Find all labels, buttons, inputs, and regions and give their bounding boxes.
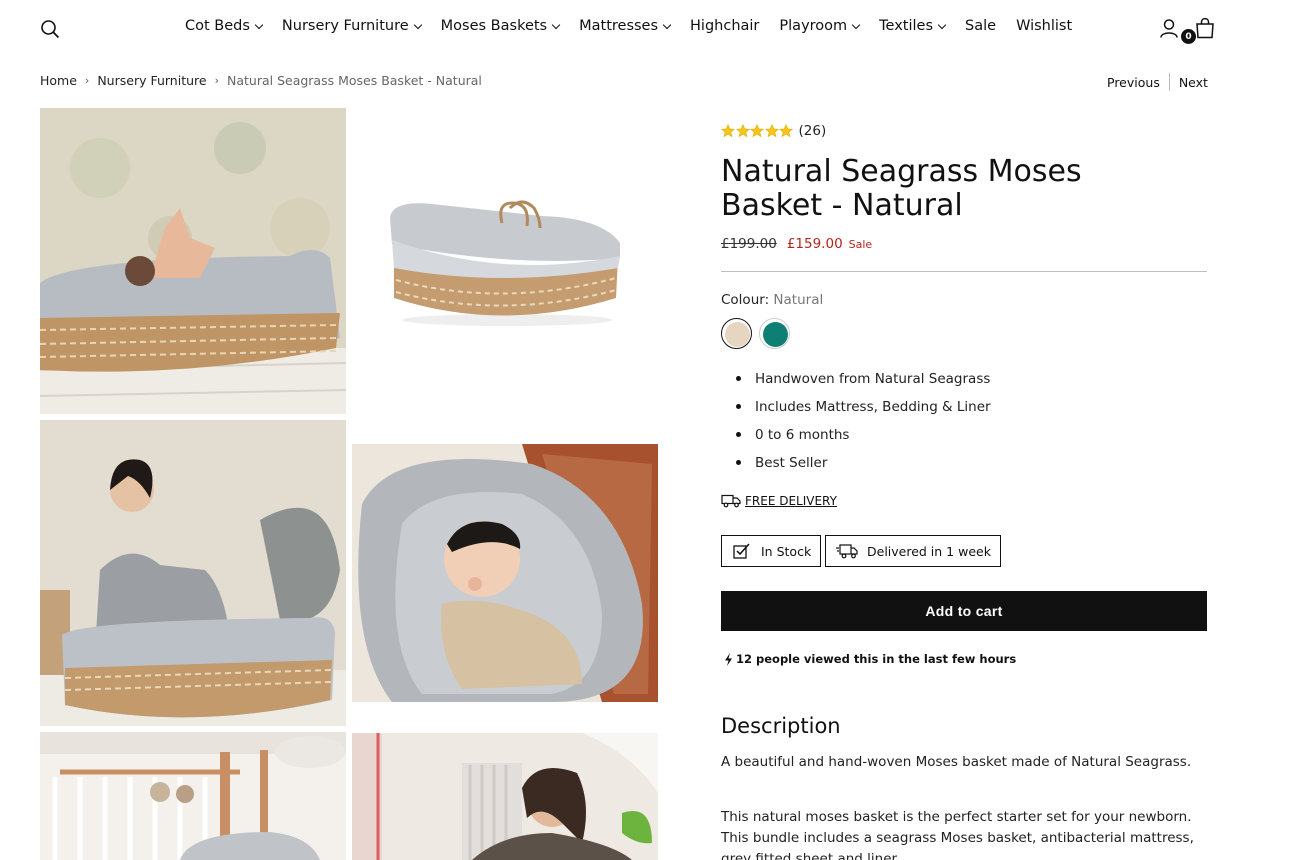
product-pager: Previous Next	[1107, 73, 1208, 91]
divider	[721, 271, 1207, 272]
list-item: Best Seller	[736, 454, 991, 482]
delivery-time-badge: Delivered in 1 week	[825, 535, 1001, 567]
search-icon[interactable]	[40, 19, 60, 39]
chevron-right-icon: ›	[84, 74, 90, 87]
chevron-down-icon	[851, 20, 861, 29]
chevron-down-icon	[254, 20, 264, 29]
rating-count: (26)	[798, 123, 827, 139]
chevron-down-icon	[937, 20, 947, 29]
fast-delivery-icon	[836, 544, 858, 559]
description-heading: Description	[721, 714, 841, 738]
breadcrumb-current: Natural Seagrass Moses Basket - Natural	[226, 73, 482, 88]
nav-item-textiles[interactable]: Textiles	[879, 18, 947, 34]
sale-price: £159.00	[786, 236, 843, 252]
in-stock-badge: In Stock	[721, 535, 822, 567]
list-item: Handwoven from Natural Seagrass	[736, 370, 991, 398]
star-icon	[721, 124, 735, 138]
delivery-truck-icon	[721, 494, 741, 508]
free-delivery-link[interactable]: FREE DELIVERY	[721, 494, 837, 508]
product-image-3[interactable]	[40, 420, 346, 726]
sale-label: Sale	[848, 238, 873, 251]
account-icon[interactable]	[1159, 18, 1179, 38]
breadcrumb-category[interactable]: Nursery Furniture	[97, 73, 206, 88]
description-paragraph: This natural moses basket is the perfect…	[721, 809, 1194, 860]
viewers-notice: 12 people viewed this in the last few ho…	[724, 652, 1016, 666]
nav-item-cot-beds[interactable]: Cot Beds	[185, 18, 264, 34]
old-price: £199.00	[721, 236, 777, 252]
nav-item-sale[interactable]: Sale	[965, 18, 996, 34]
colour-label: Colour: Natural	[721, 292, 824, 308]
product-image-6[interactable]	[352, 733, 658, 860]
swatch-teal[interactable]	[759, 318, 790, 349]
description-paragraph: A beautiful and hand-woven Moses basket …	[721, 754, 1192, 770]
lightning-icon	[725, 652, 732, 666]
breadcrumb-home[interactable]: Home	[40, 73, 77, 88]
feature-list: Handwoven from Natural Seagrass Includes…	[736, 370, 991, 482]
swatch-fill	[724, 321, 750, 347]
colour-value: Natural	[773, 292, 824, 308]
add-to-cart-button[interactable]: Add to cart	[721, 591, 1207, 631]
next-link[interactable]: Next	[1179, 75, 1208, 90]
pager-divider	[1168, 73, 1170, 91]
product-image-5[interactable]	[40, 732, 346, 860]
product-title: Natural Seagrass Moses Basket - Natural	[721, 154, 1082, 223]
nav-item-mattresses[interactable]: Mattresses	[579, 18, 672, 34]
star-icon	[764, 124, 779, 138]
star-icon	[750, 124, 764, 138]
breadcrumb: Home › Nursery Furniture › Natural Seagr…	[40, 73, 482, 88]
swatch-fill	[763, 322, 788, 347]
nav-item-moses-baskets[interactable]: Moses Baskets	[441, 18, 561, 34]
previous-link[interactable]: Previous	[1107, 75, 1160, 90]
price-row: £199.00 £159.00 Sale	[721, 236, 872, 252]
chevron-right-icon: ›	[214, 74, 219, 87]
list-item: 0 to 6 months	[736, 426, 991, 454]
product-image-1[interactable]	[40, 108, 346, 414]
chevron-down-icon	[551, 20, 561, 29]
nav-item-wishlist[interactable]: Wishlist	[1016, 18, 1072, 34]
product-rating[interactable]: (26)	[721, 123, 826, 139]
star-icon	[779, 124, 793, 138]
list-item: Includes Mattress, Bedding & Liner	[736, 398, 991, 426]
cart-count-badge: 0	[1181, 29, 1196, 44]
checkbox-icon	[733, 543, 750, 559]
product-image-2[interactable]	[352, 108, 658, 414]
star-icon	[735, 124, 750, 138]
main-nav: Cot Beds Nursery Furniture Moses Baskets…	[185, 18, 1092, 34]
site-header: Cot Beds Nursery Furniture Moses Baskets…	[0, 0, 1291, 56]
nav-item-highchair[interactable]: Highchair	[690, 18, 759, 34]
nav-item-playroom[interactable]: Playroom	[779, 18, 861, 34]
shopping-bag-icon[interactable]	[1195, 17, 1215, 39]
chevron-down-icon	[662, 20, 672, 29]
chevron-down-icon	[413, 20, 422, 29]
nav-item-nursery-furniture[interactable]: Nursery Furniture	[282, 18, 422, 34]
product-image-4[interactable]	[352, 444, 658, 702]
swatch-natural[interactable]	[721, 318, 752, 349]
